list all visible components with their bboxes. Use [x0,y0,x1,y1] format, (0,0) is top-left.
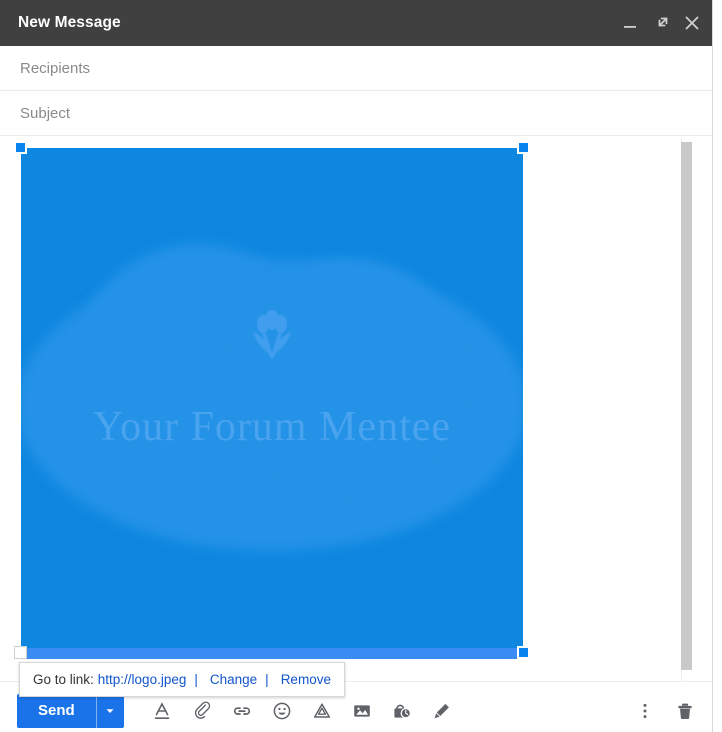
resize-handle-top-right[interactable] [517,141,530,154]
formatting-options-icon[interactable] [150,699,174,723]
fullscreen-icon[interactable] [648,9,676,37]
link-remove-button[interactable]: Remove [281,672,331,687]
message-body-editor[interactable]: Your Forum Mentee [0,137,712,681]
resize-handle-bottom-left[interactable] [14,646,27,659]
link-tooltip-separator-2: | [265,672,269,687]
close-icon[interactable] [678,9,706,37]
chevron-down-icon[interactable] [97,694,124,728]
insert-link-icon[interactable] [230,699,254,723]
link-tooltip-bubble: Go to link: http://logo.jpeg | Change | … [19,662,345,697]
link-tooltip-url[interactable]: http://logo.jpeg [98,672,187,687]
body-scrollbar-thumb[interactable] [681,142,692,670]
confidential-mode-icon[interactable] [390,699,414,723]
forum-logo-icon [237,298,307,368]
compose-window-title: New Message [18,14,121,31]
toolbar-icon-group [150,694,454,728]
recipients-field-row[interactable]: Recipients [0,46,712,91]
inline-image-selection[interactable]: Your Forum Mentee [14,141,530,659]
insert-photo-icon[interactable] [350,699,374,723]
link-tooltip-separator-1: | [194,672,198,687]
link-change-button[interactable]: Change [210,672,257,687]
send-button-group[interactable]: Send [17,694,124,728]
recipients-input[interactable]: Recipients [20,46,90,91]
compose-title-bar: New Message [0,0,712,46]
inline-image[interactable]: Your Forum Mentee [21,148,523,659]
window-right-gutter [713,0,722,732]
image-selection-highlight [21,648,523,659]
cloud-bump-right [233,258,463,488]
inline-image-caption: Your Forum Mentee [92,404,452,450]
discard-draft-icon[interactable] [673,699,697,723]
resize-handle-top-left[interactable] [14,141,27,154]
link-tooltip-prefix: Go to link: [33,672,94,687]
send-button[interactable]: Send [17,694,96,728]
attach-file-icon[interactable] [190,699,214,723]
insert-drive-icon[interactable] [310,699,334,723]
subject-input[interactable]: Subject [20,91,70,136]
toolbar-right-group [633,694,697,728]
insert-signature-icon[interactable] [430,699,454,723]
resize-handle-bottom-right[interactable] [517,646,530,659]
minimize-icon[interactable] [616,9,644,37]
compose-window: New Message Recipients Subject Your Foru… [0,0,713,732]
subject-field-row[interactable]: Subject [0,91,712,136]
more-options-icon[interactable] [633,699,657,723]
insert-emoji-icon[interactable] [270,699,294,723]
